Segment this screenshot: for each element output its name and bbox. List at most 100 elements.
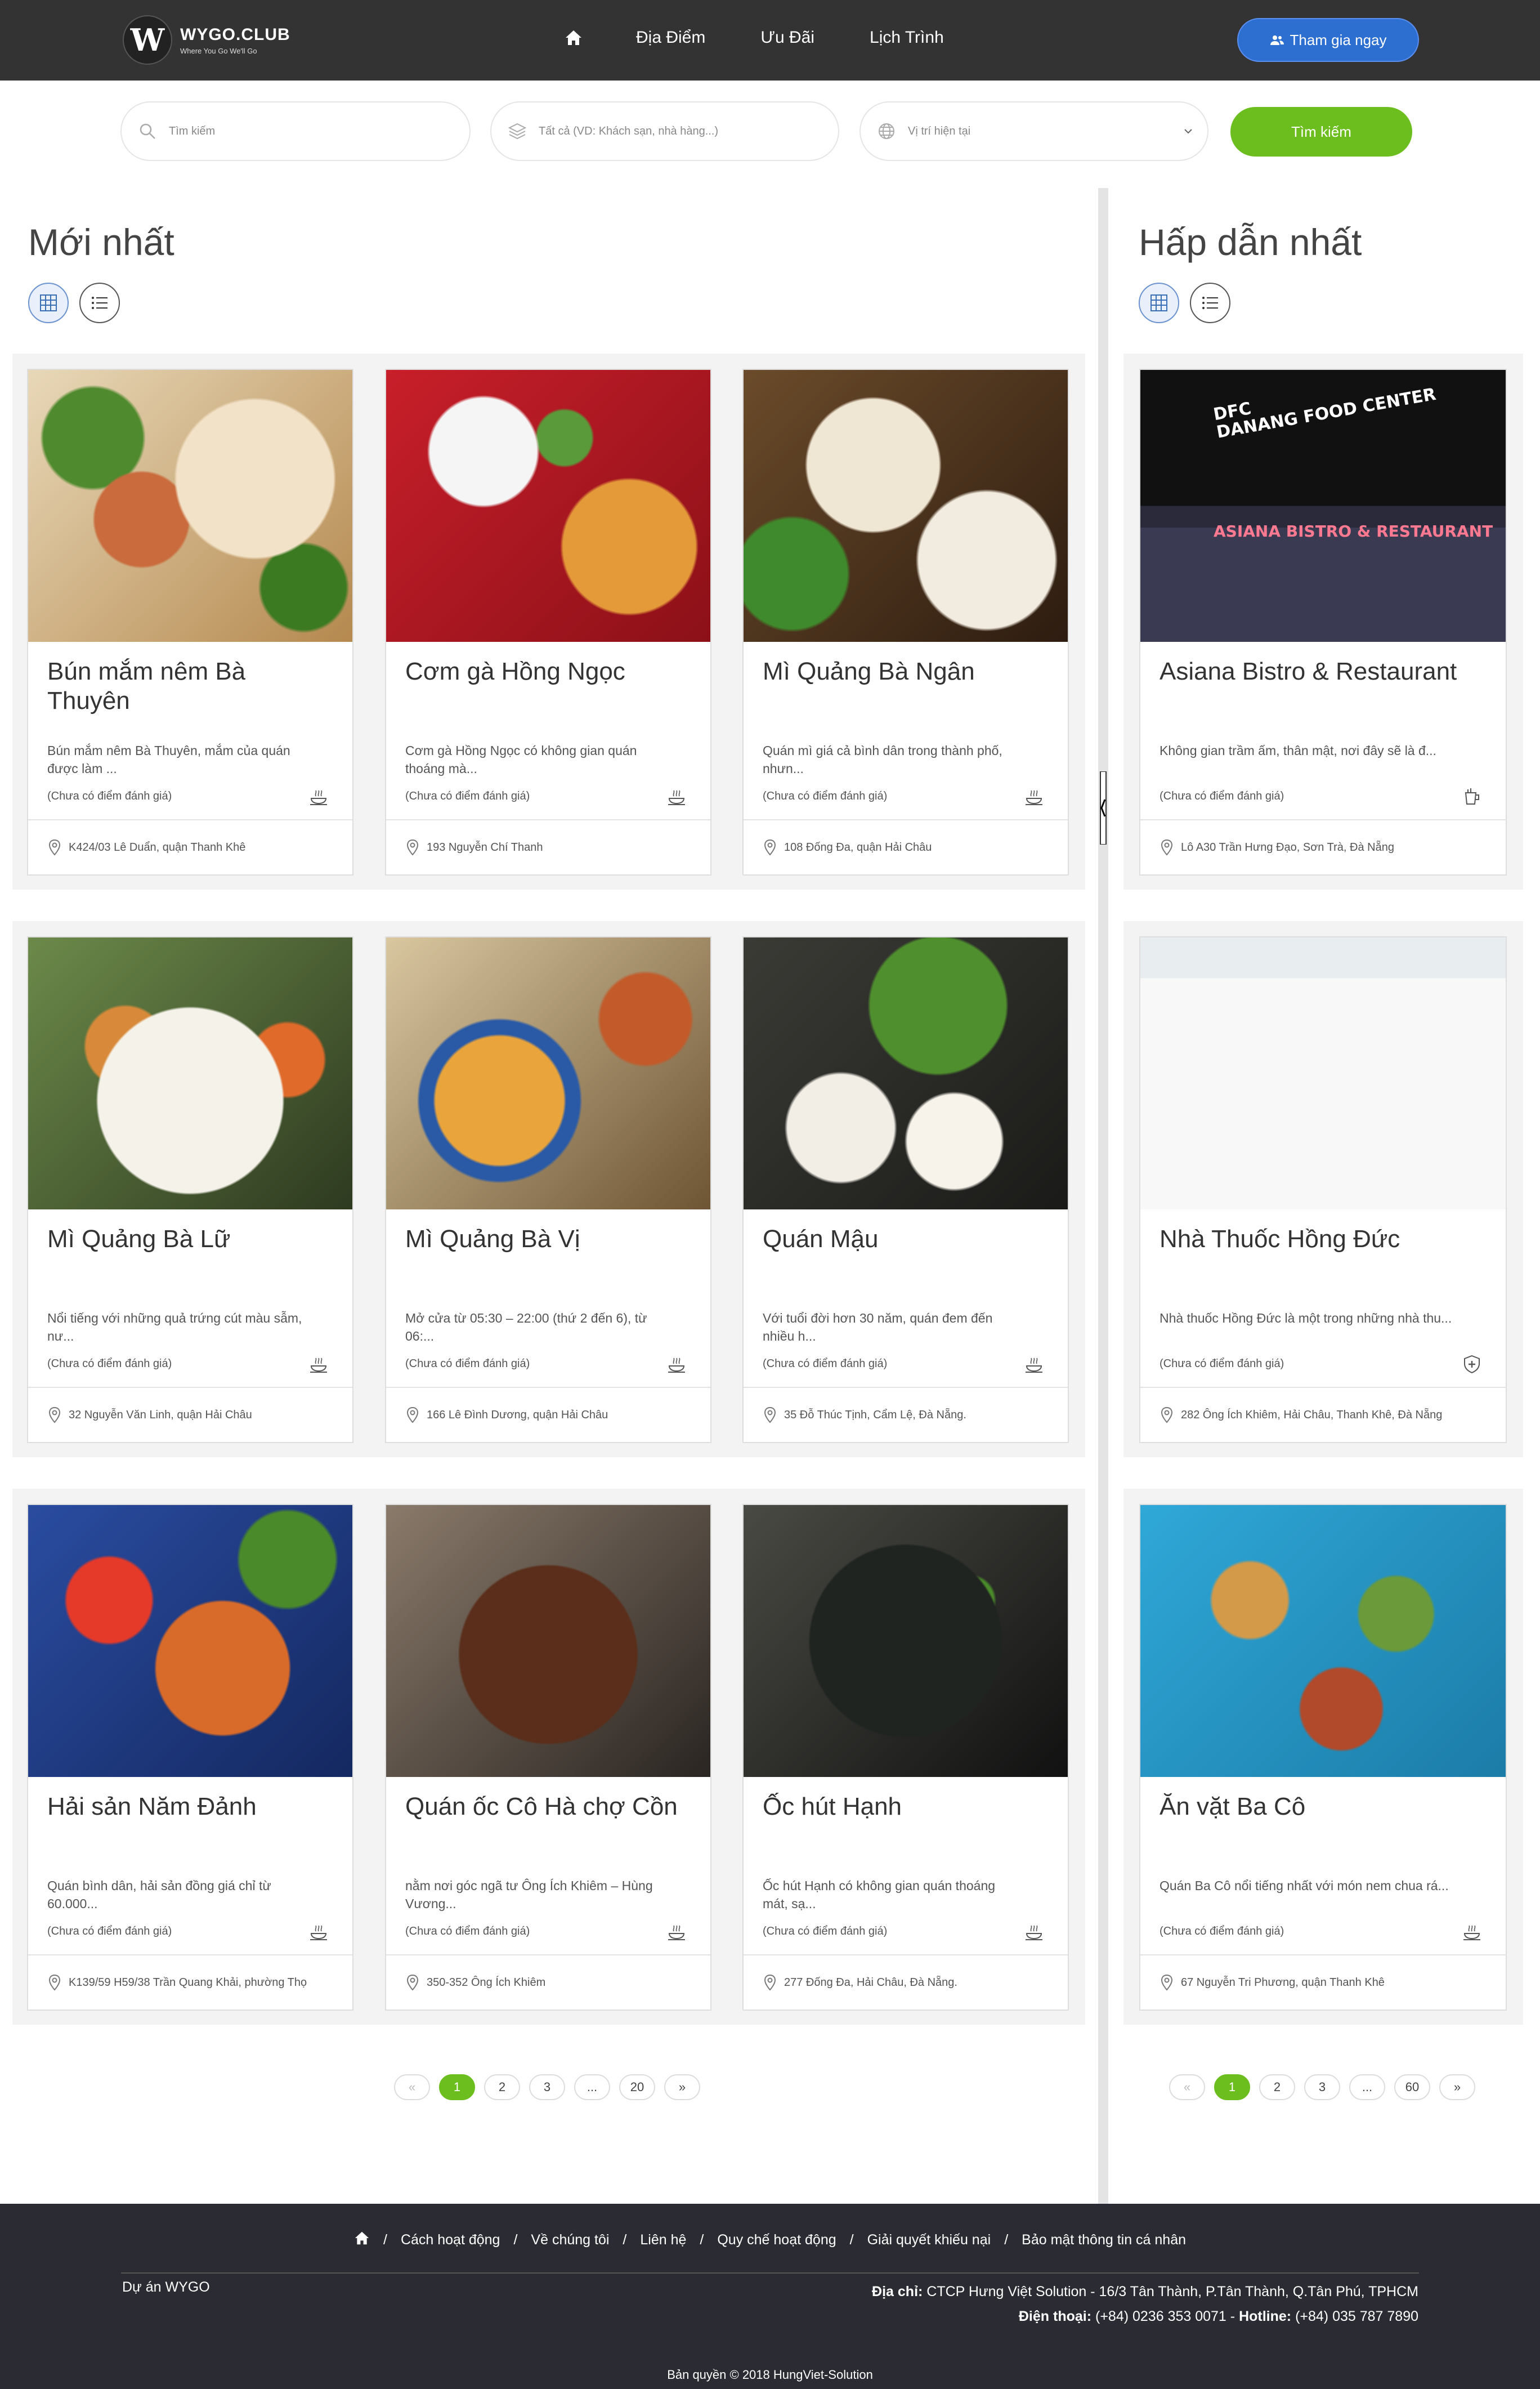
search-input[interactable]: Tìm kiếm	[120, 101, 471, 161]
nav-locations[interactable]: Địa Điểm	[636, 28, 705, 47]
place-description: Quán Ba Cô nổi tiếng nhất với món nem ch…	[1160, 1878, 1449, 1893]
place-card[interactable]: Ốc hút Hạnh Ốc hút Hạnh có không gian quá…	[742, 1504, 1069, 2011]
place-photo[interactable]	[28, 1505, 352, 1777]
home-icon[interactable]	[563, 27, 584, 48]
next-page-button[interactable]: »	[1439, 2074, 1475, 2100]
place-address: K424/03 Lê Duẩn, quận Thanh Khê	[69, 841, 246, 854]
place-photo[interactable]	[386, 1505, 710, 1777]
place-photo[interactable]	[28, 937, 352, 1209]
place-card[interactable]: Mì Quảng Bà Lữ Nổi tiếng với những quả tr…	[27, 936, 353, 1443]
footer-project: Dự án WYGO	[122, 2279, 210, 2295]
footer-link-privacy[interactable]: Bảo mật thông tin cá nhân	[1022, 2232, 1186, 2248]
footer-link-complaints[interactable]: Giải quyết khiếu nại	[867, 2232, 991, 2248]
prev-page-button[interactable]: «	[394, 2074, 430, 2100]
food-icon	[1461, 1921, 1483, 1943]
location-select[interactable]: Vị trí hiện tại	[859, 101, 1208, 161]
chevron-down-icon	[1184, 125, 1193, 138]
place-title[interactable]: Mì Quảng Bà Lữ	[47, 1225, 333, 1254]
food-icon	[1023, 1921, 1045, 1943]
site-logo[interactable]: W WYGO.CLUB Where You Go We'll Go	[123, 15, 290, 65]
prev-page-button[interactable]: «	[1169, 2074, 1205, 2100]
search-button[interactable]: Tìm kiếm	[1230, 107, 1412, 157]
place-title[interactable]: Mì Quảng Bà Ngân	[763, 657, 1049, 686]
place-description: nằm nơi góc ngã tư Ông Ích Khiêm – Hùng …	[405, 1878, 653, 1911]
page-button[interactable]: 2	[1259, 2074, 1295, 2100]
place-address: 108 Đống Đa, quận Hải Châu	[784, 841, 932, 854]
place-card[interactable]: Cơm gà Hồng Ngọc Cơm gà Hồng Ngọc có khôn…	[385, 369, 711, 876]
place-title[interactable]: Quán ốc Cô Hà chợ Cồn	[405, 1792, 691, 1821]
page-button[interactable]: 1	[1214, 2074, 1250, 2100]
food-icon	[307, 1921, 330, 1943]
place-title[interactable]: Bún mắm nêm Bà Thuyên	[47, 657, 333, 716]
place-address-row: 32 Nguyễn Văn Linh, quận Hải Châu	[28, 1387, 352, 1442]
footer-home-icon[interactable]	[354, 2231, 370, 2249]
place-photo[interactable]: DFC DANANG FOOD CENTER ASIANA BISTRO & RE…	[1140, 370, 1506, 642]
place-card[interactable]: Bún mắm nêm Bà Thuyên Bún mắm nêm Bà Thuy…	[27, 369, 353, 876]
place-photo[interactable]	[1140, 937, 1506, 1209]
place-card[interactable]: Nhà Thuốc Hồng Đức Nhà thuốc Hồng Đức là …	[1139, 936, 1507, 1443]
place-title[interactable]: Ốc hút Hạnh	[763, 1792, 1049, 1821]
nav-itinerary[interactable]: Lịch Trình	[870, 28, 944, 47]
place-photo[interactable]	[744, 370, 1068, 642]
place-rating: (Chưa có điểm đánh giá)	[405, 1925, 530, 1937]
nav-deals[interactable]: Ưu Đãi	[760, 28, 814, 47]
place-card[interactable]: DFC DANANG FOOD CENTER ASIANA BISTRO & RE…	[1139, 369, 1507, 876]
place-card[interactable]: Hải sản Năm Đảnh Quán bình dân, hải sản đ…	[27, 1504, 353, 2011]
list-view-button[interactable]	[79, 283, 120, 323]
place-card[interactable]: Ăn vặt Ba Cô Quán Ba Cô nổi tiếng nhất vớ…	[1139, 1504, 1507, 2011]
column-divider	[1098, 188, 1108, 2204]
page-button[interactable]: 60	[1394, 2074, 1430, 2100]
place-photo[interactable]	[1140, 1505, 1506, 1777]
phone-label: Điện thoại:	[1018, 2308, 1092, 2324]
place-card[interactable]: Quán Mậu Với tuổi đời hơn 30 năm, quán đe…	[742, 936, 1069, 1443]
food-icon	[665, 1921, 688, 1943]
place-title[interactable]: Cơm gà Hồng Ngọc	[405, 657, 691, 686]
place-title[interactable]: Quán Mậu	[763, 1225, 1049, 1254]
place-title[interactable]: Hải sản Năm Đảnh	[47, 1792, 333, 1821]
place-title[interactable]: Nhà Thuốc Hồng Đức	[1160, 1225, 1487, 1254]
place-address: 32 Nguyễn Văn Linh, quận Hải Châu	[69, 1408, 252, 1421]
location-pin-icon	[1161, 1406, 1173, 1423]
collapse-handle-icon[interactable]	[1099, 771, 1108, 845]
page-button[interactable]: 2	[484, 2074, 520, 2100]
place-photo[interactable]	[386, 937, 710, 1209]
food-icon	[665, 1353, 688, 1376]
page-button[interactable]: 1	[439, 2074, 475, 2100]
place-photo[interactable]	[744, 1505, 1068, 1777]
place-description: Với tuổi đời hơn 30 năm, quán đem đến nh…	[763, 1311, 993, 1343]
place-address: K139/59 H59/38 Trần Quang Khải, phường T…	[69, 1976, 307, 1989]
place-card[interactable]: Mì Quảng Bà Ngân Quán mì giá cả bình dân …	[742, 369, 1069, 876]
place-rating: (Chưa có điểm đánh giá)	[47, 790, 172, 802]
footer-link-about[interactable]: Về chúng tôi	[531, 2232, 609, 2248]
footer-link-contact[interactable]: Liên hệ	[640, 2232, 686, 2248]
place-title[interactable]: Mì Quảng Bà Vị	[405, 1225, 691, 1254]
place-card[interactable]: Mì Quảng Bà Vị Mở cửa từ 05:30 – 22:00 (t…	[385, 936, 711, 1443]
next-page-button[interactable]: »	[664, 2074, 700, 2100]
place-title[interactable]: Ăn vặt Ba Cô	[1160, 1792, 1487, 1821]
place-address-row: K139/59 H59/38 Trần Quang Khải, phường T…	[28, 1954, 352, 2010]
grid-view-button[interactable]	[28, 283, 69, 323]
page-button[interactable]: 3	[529, 2074, 565, 2100]
popular-list-view-button[interactable]	[1190, 283, 1230, 323]
place-card[interactable]: Quán ốc Cô Hà chợ Cồn nằm nơi góc ngã tư …	[385, 1504, 711, 2011]
location-pin-icon	[48, 839, 61, 856]
address-label: Địa chỉ:	[872, 2284, 923, 2299]
place-address-row: 108 Đống Đa, quận Hải Châu	[744, 819, 1068, 874]
place-title[interactable]: Asiana Bistro & Restaurant	[1160, 657, 1487, 686]
food-icon	[1023, 1353, 1045, 1376]
footer-link-rules[interactable]: Quy chế hoạt động	[717, 2232, 836, 2248]
place-photo[interactable]	[28, 370, 352, 642]
place-description: Nhà thuốc Hồng Đức là một trong những nh…	[1160, 1311, 1452, 1325]
place-address: 277 Đống Đa, Hải Châu, Đà Nẵng.	[784, 1976, 957, 1989]
category-input[interactable]: Tất cả (VD: Khách sạn, nhà hàng...)	[490, 101, 839, 161]
popular-grid-view-button[interactable]	[1139, 283, 1179, 323]
footer-link-how[interactable]: Cách hoạt động	[401, 2232, 500, 2248]
place-rating: (Chưa có điểm đánh giá)	[47, 1925, 172, 1937]
place-photo[interactable]	[744, 937, 1068, 1209]
logo-name: WYGO.CLUB	[180, 25, 290, 44]
place-photo[interactable]	[386, 370, 710, 642]
place-rating: (Chưa có điểm đánh giá)	[47, 1358, 172, 1370]
page-button[interactable]: 3	[1304, 2074, 1340, 2100]
join-button[interactable]: Tham gia ngay	[1237, 18, 1419, 62]
page-button[interactable]: 20	[619, 2074, 655, 2100]
